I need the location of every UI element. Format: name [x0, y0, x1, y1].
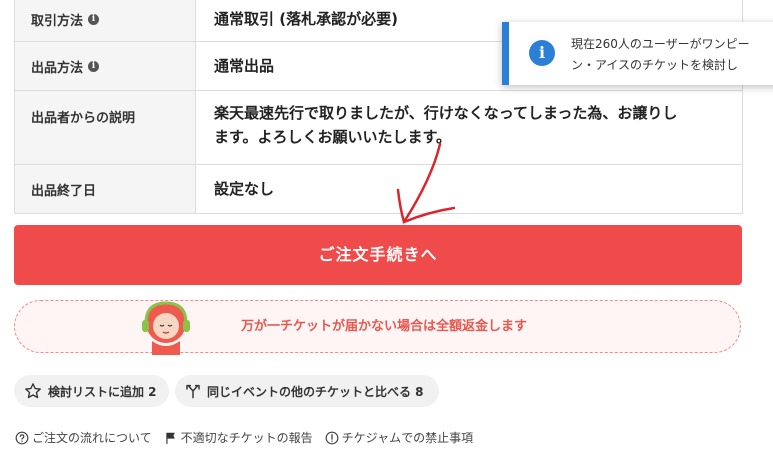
compare-tickets-button[interactable]: 同じイベントの他のチケットと比べる 8 — [175, 375, 439, 407]
detail-row-seller-description: 出品者からの説明 楽天最速先行で取りましたが、行けなくなってしまった為、お譲りし… — [15, 90, 742, 164]
split-arrow-icon — [186, 384, 200, 399]
prohibited-items-link[interactable]: チケジャムでの禁止事項 — [325, 429, 473, 446]
alert-icon — [325, 431, 339, 444]
info-icon[interactable]: i — [88, 13, 100, 25]
info-icon: i — [529, 40, 555, 66]
report-ticket-link[interactable]: 不適切なチケットの報告 — [164, 429, 313, 446]
detail-label: 取引方法 — [31, 13, 84, 29]
question-icon — [15, 431, 29, 444]
detail-label: 出品終了日 — [15, 165, 196, 213]
info-icon[interactable]: i — [88, 60, 100, 72]
arrow-annotation — [396, 142, 456, 224]
star-icon — [25, 383, 41, 399]
toast-line: 現在260人のユーザーがワンピー — [571, 37, 750, 51]
viewers-toast: i 現在260人のユーザーがワンピー ン・アイスのチケットを検討し — [502, 22, 773, 85]
mascot-icon — [142, 301, 190, 355]
flag-icon — [165, 432, 175, 444]
order-procedure-button[interactable]: ご注文手続きへ — [14, 225, 742, 285]
compare-label: 同じイベントの他のチケットと比べる 8 — [207, 384, 424, 399]
watchlist-label: 検討リストに追加 2 — [48, 384, 157, 399]
detail-label: 出品方法 — [31, 60, 84, 76]
order-flow-link[interactable]: ご注文の流れについて — [15, 429, 152, 446]
toast-line: ン・アイスのチケットを検討し — [571, 58, 739, 72]
refund-text: 万が一チケットが届かない場合は全額返金します — [241, 319, 528, 334]
detail-row-end-date: 出品終了日 設定なし — [15, 164, 742, 213]
detail-label: 出品者からの説明 — [15, 91, 196, 164]
refund-guarantee-banner[interactable]: 万が一チケットが届かない場合は全額返金します — [14, 300, 741, 355]
footer-links: ご注文の流れについて 不適切なチケットの報告 チケジャムでの禁止事項 — [15, 429, 485, 446]
add-to-watchlist-button[interactable]: 検討リストに追加 2 — [14, 375, 169, 407]
